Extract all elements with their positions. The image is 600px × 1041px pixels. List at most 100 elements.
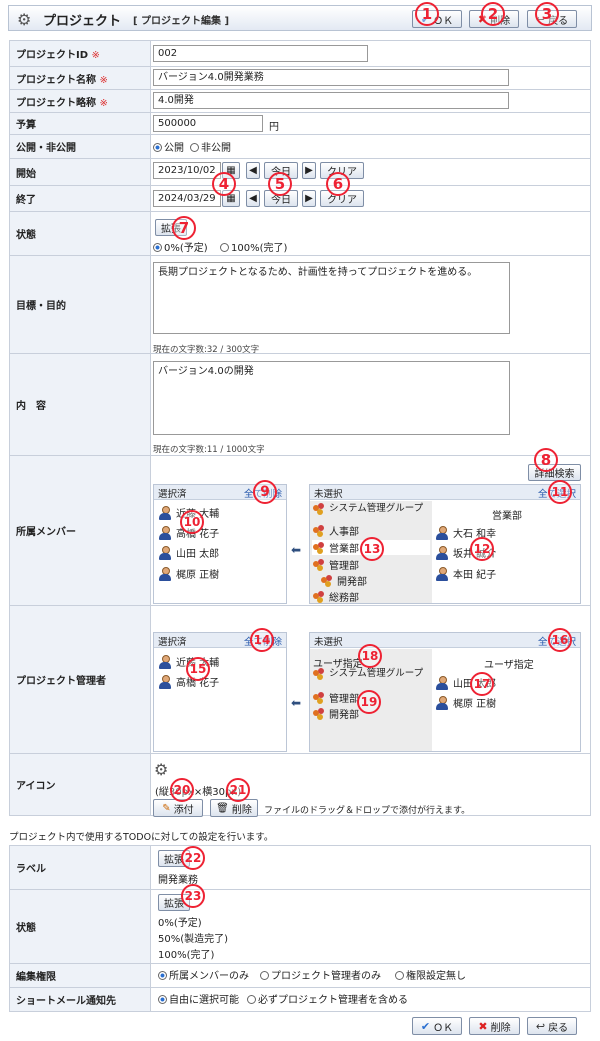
marker-3: 3 xyxy=(535,2,559,26)
marker-14: 14 xyxy=(250,628,274,652)
group-item[interactable]: 人事部 xyxy=(312,523,359,538)
group-icon xyxy=(312,524,325,537)
todo-form: ラベル 状態 編集権限 ショートメール通知先 xyxy=(9,845,591,1012)
icon-delete-button[interactable]: 🗑 削除 xyxy=(210,799,258,817)
group-icon xyxy=(312,707,325,720)
trash-icon: 🗑 xyxy=(216,802,229,814)
admins-right-header: ユーザ指定 xyxy=(484,660,534,671)
radio-icon xyxy=(153,143,162,152)
mail-free-radio[interactable]: 自由に選択可能 xyxy=(158,991,239,1006)
marker-15: 15 xyxy=(186,657,210,681)
start-label: 開始 xyxy=(9,158,151,186)
project-name-input[interactable]: バージョン4.0開発業務 xyxy=(153,69,509,86)
project-id-label: プロジェクトID ※ xyxy=(9,40,151,67)
group-icon xyxy=(312,667,325,680)
user-icon xyxy=(435,675,449,690)
footer-back-button[interactable]: ↩ 戻る xyxy=(527,1017,577,1035)
members-group-name: 営業部 xyxy=(492,511,522,522)
group-item[interactable]: システム管理グループ xyxy=(312,502,430,515)
marker-1: 1 xyxy=(415,2,439,26)
group-item[interactable]: 開発部 xyxy=(320,573,367,588)
start-date-input[interactable]: 2023/10/02 xyxy=(153,162,221,179)
goal-char-count: 現在の文字数:32 / 300文字 xyxy=(153,345,260,355)
admins-unselected-user[interactable]: 梶原 正樹 xyxy=(435,695,496,710)
footer-delete-button[interactable]: ✖ 削除 xyxy=(469,1017,520,1035)
radio-icon xyxy=(158,995,167,1004)
visibility-private[interactable]: 非公開 xyxy=(190,139,231,154)
edit-admins-radio[interactable]: プロジェクト管理者のみ xyxy=(260,967,381,982)
project-name-label: プロジェクト名称 ※ xyxy=(9,66,151,90)
mail-include-admin-radio[interactable]: 必ずプロジェクト管理者を含める xyxy=(247,991,408,1006)
edit-members-radio[interactable]: 所属メンバーのみ xyxy=(158,967,249,982)
triangle-left-icon: ◀ xyxy=(249,165,257,176)
cross-icon: ✖ xyxy=(478,1019,488,1033)
marker-16: 16 xyxy=(548,628,572,652)
group-icon xyxy=(312,502,325,515)
start-prev-button[interactable]: ◀ xyxy=(246,162,260,179)
icon-label: アイコン xyxy=(9,753,151,816)
goal-textarea[interactable]: 長期プロジェクトとなるため、計画性を持ってプロジェクトを進める。 xyxy=(153,262,510,334)
radio-icon xyxy=(260,971,269,980)
end-next-button[interactable]: ▶ xyxy=(302,190,316,207)
project-short-input[interactable]: 4.0開発 xyxy=(153,92,509,109)
user-icon xyxy=(435,695,449,710)
group-item[interactable]: 管理部 xyxy=(312,690,359,705)
move-left-arrow-icon[interactable]: ⬅ xyxy=(291,696,301,710)
group-item[interactable]: 総務部 xyxy=(312,589,359,604)
marker-21: 21 xyxy=(226,778,250,802)
budget-label: 予算 xyxy=(9,112,151,135)
todo-status-label: 状態 xyxy=(9,889,151,964)
user-icon xyxy=(435,525,449,540)
group-item[interactable]: システム管理グループ xyxy=(312,667,430,680)
members-selected-user[interactable]: 梶原 正樹 xyxy=(158,566,219,581)
end-prev-button[interactable]: ◀ xyxy=(246,190,260,207)
shortmail-label: ショートメール通知先 xyxy=(9,987,151,1012)
status-value-3: 100%(完了) xyxy=(158,950,215,961)
start-next-button[interactable]: ▶ xyxy=(302,162,316,179)
marker-5: 5 xyxy=(268,172,292,196)
marker-8: 8 xyxy=(534,448,558,472)
status-done-radio[interactable]: 100%(完了) xyxy=(220,239,287,254)
page-title: プロジェクト xyxy=(43,14,122,29)
project-id-input[interactable]: 002 xyxy=(153,45,368,62)
group-icon xyxy=(312,691,325,704)
group-item[interactable]: 管理部 xyxy=(312,557,359,572)
group-icon xyxy=(312,558,325,571)
group-item[interactable]: 開発部 xyxy=(312,706,359,721)
budget-input[interactable]: 500000 xyxy=(153,115,263,132)
attach-button[interactable]: ✎ 添付 xyxy=(153,799,203,817)
move-left-arrow-icon[interactable]: ⬅ xyxy=(291,543,301,557)
members-unselected-title: 未選択 xyxy=(314,489,343,500)
triangle-right-icon: ▶ xyxy=(305,193,313,204)
content-char-count: 現在の文字数:11 / 1000文字 xyxy=(153,445,265,455)
todo-label-label: ラベル xyxy=(9,845,151,890)
user-icon xyxy=(158,674,172,689)
group-icon xyxy=(312,541,325,554)
status-planned-radio[interactable]: 0%(予定) xyxy=(153,239,208,254)
visibility-public[interactable]: 公開 xyxy=(153,139,184,154)
project-gear-icon: ⚙ xyxy=(154,760,169,779)
marker-17: 17 xyxy=(470,672,494,696)
admins-selected-title: 選択済 xyxy=(158,637,187,648)
triangle-left-icon: ◀ xyxy=(249,193,257,204)
marker-10: 10 xyxy=(180,510,204,534)
budget-unit: 円 xyxy=(269,122,279,133)
edit-none-radio[interactable]: 権限設定無し xyxy=(395,967,466,982)
user-icon xyxy=(158,545,172,560)
end-date-input[interactable]: 2024/03/29 xyxy=(153,190,221,207)
members-selected-user[interactable]: 山田 太郎 xyxy=(158,545,219,560)
radio-icon xyxy=(190,143,199,152)
marker-7: 7 xyxy=(172,216,196,240)
marker-18: 18 xyxy=(358,644,382,668)
members-unselected-user[interactable]: 本田 紀子 xyxy=(435,566,496,581)
edit-permission-label: 編集権限 xyxy=(9,963,151,988)
todo-note: プロジェクト内で使用するTODOに対しての設定を行います。 xyxy=(9,832,274,843)
user-icon xyxy=(435,566,449,581)
marker-12: 12 xyxy=(470,537,494,561)
paperclip-icon: ✎ xyxy=(162,802,171,814)
content-textarea[interactable]: バージョン4.0の開発 xyxy=(153,361,510,435)
marker-20: 20 xyxy=(170,778,194,802)
footer-ok-button[interactable]: ✔ ＯＫ xyxy=(412,1017,462,1035)
radio-icon xyxy=(158,971,167,980)
status-value-1: 0%(予定) xyxy=(158,918,202,929)
